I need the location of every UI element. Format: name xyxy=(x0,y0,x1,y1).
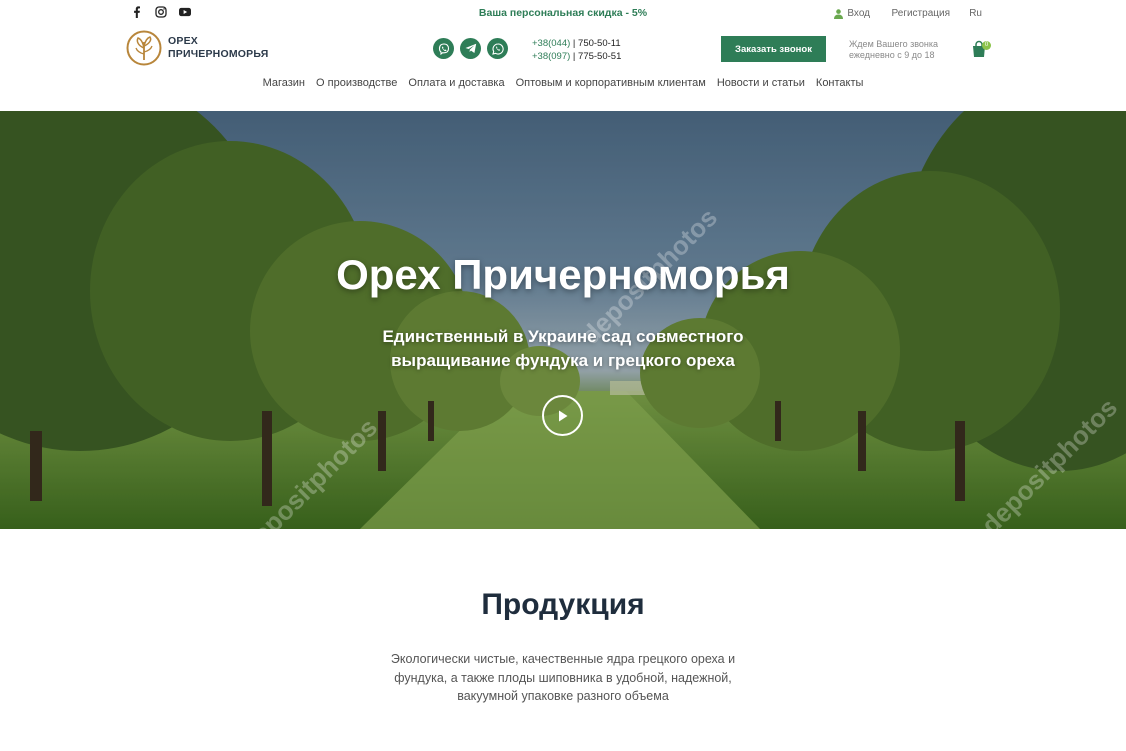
phone-2[interactable]: +38(097) | 775-50-51 xyxy=(532,50,621,63)
top-bar: Ваша персональная скидка - 5% Вход Регис… xyxy=(0,0,1126,28)
main-navigation: Магазин О производстве Оплата и доставка… xyxy=(0,77,1126,89)
phone-2-code: +38(097) xyxy=(532,51,571,62)
products-title: Продукция xyxy=(481,588,645,621)
orchard-background-image xyxy=(0,111,1126,529)
nav-item-shop[interactable]: Магазин xyxy=(263,77,305,89)
hero-subtitle: Единственный в Украине сад совместного в… xyxy=(382,327,744,370)
telegram-icon[interactable] xyxy=(460,38,481,59)
play-icon xyxy=(558,410,567,421)
products-description: Экологически чистые, качественные ядра г… xyxy=(390,652,736,703)
phone-numbers: +38(044) | 750-50-11 +38(097) | 775-50-5… xyxy=(532,37,621,63)
nav-item-contacts[interactable]: Контакты xyxy=(816,77,864,89)
phone-1-code: +38(044) xyxy=(532,38,571,49)
call-hours-note: Ждем Вашего звонка ежедневно с 9 до 18 xyxy=(849,39,938,61)
hero-title: Орех Причерноморья xyxy=(336,251,790,298)
call-note-line-2: ежедневно с 9 до 18 xyxy=(849,50,935,60)
login-label: Вход xyxy=(847,8,870,19)
language-switcher[interactable]: Ru xyxy=(969,8,982,19)
login-link[interactable]: Вход xyxy=(834,8,870,19)
logo-text: ОРЕХ ПРИЧЕРНОМОРЬЯ xyxy=(168,35,268,61)
nav-item-payment-delivery[interactable]: Оплата и доставка xyxy=(408,77,504,89)
play-video-button[interactable] xyxy=(542,395,583,436)
viber-icon[interactable] xyxy=(433,38,454,59)
walnut-tree-logo-icon xyxy=(126,30,162,66)
nav-item-wholesale[interactable]: Оптовым и корпоративным клиентам xyxy=(516,77,706,89)
call-note-line-1: Ждем Вашего звонка xyxy=(849,39,939,49)
phone-1[interactable]: +38(044) | 750-50-11 xyxy=(532,37,621,50)
hero-banner: depositphotos depositphotos depositphoto… xyxy=(0,111,1126,529)
discount-banner: Ваша персональная скидка - 5% xyxy=(478,7,648,19)
phone-1-number: | 750-50-11 xyxy=(570,38,621,49)
logo-line-2: ПРИЧЕРНОМОРЬЯ xyxy=(168,48,269,60)
logo-line-1: ОРЕХ xyxy=(168,35,198,47)
register-link[interactable]: Регистрация xyxy=(892,8,950,19)
messenger-links xyxy=(433,38,508,59)
whatsapp-icon[interactable] xyxy=(487,38,508,59)
user-icon xyxy=(834,8,844,19)
logo[interactable]: ОРЕХ ПРИЧЕРНОМОРЬЯ xyxy=(126,30,268,66)
nav-item-about-production[interactable]: О производстве xyxy=(316,77,397,89)
phone-2-number: | 775-50-51 xyxy=(570,51,622,62)
order-call-button[interactable]: Заказать звонок xyxy=(721,36,826,62)
cart-count-badge: 0 xyxy=(982,41,991,50)
nav-item-news[interactable]: Новости и статьи xyxy=(717,77,805,89)
